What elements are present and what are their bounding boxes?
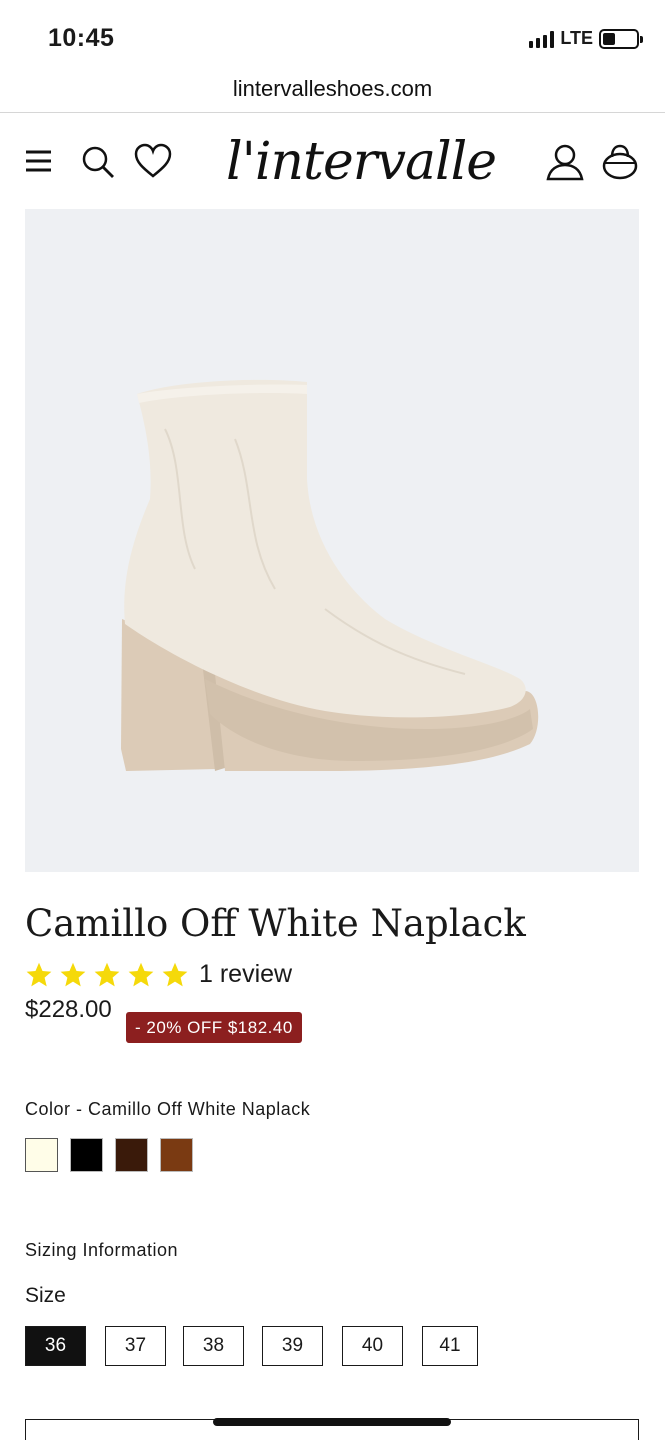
star-icon	[60, 962, 86, 986]
site-logo[interactable]: l'intervalle	[226, 132, 497, 192]
star-rating[interactable]: 1 review	[25, 960, 292, 989]
size-option[interactable]: 40	[342, 1326, 403, 1366]
status-indicators: LTE	[529, 28, 643, 49]
star-icon	[94, 962, 120, 986]
size-option[interactable]: 39	[262, 1326, 323, 1366]
status-bar: 10:45 LTE	[0, 0, 665, 70]
star-icon	[162, 962, 188, 986]
url-bar[interactable]: lintervalleshoes.com	[0, 70, 665, 113]
menu-icon[interactable]	[20, 142, 60, 182]
signal-icon	[529, 30, 555, 48]
size-label: Size	[25, 1284, 66, 1307]
review-count-link[interactable]: 1 review	[199, 960, 292, 989]
battery-icon	[599, 28, 643, 49]
site-header: l'intervalle	[0, 114, 665, 209]
network-label: LTE	[560, 28, 593, 48]
home-indicator	[213, 1418, 451, 1426]
swatch-black[interactable]	[70, 1138, 103, 1172]
size-option[interactable]: 41	[422, 1326, 478, 1366]
status-time: 10:45	[48, 24, 115, 52]
product-price: $228.00	[25, 996, 112, 1023]
size-option[interactable]: 37	[105, 1326, 166, 1366]
url-text[interactable]: lintervalleshoes.com	[233, 76, 432, 101]
swatch-off-white[interactable]	[25, 1138, 58, 1172]
color-swatches	[25, 1138, 193, 1172]
size-option[interactable]: 38	[183, 1326, 244, 1366]
size-option[interactable]: 36	[25, 1326, 86, 1366]
product-image[interactable]	[25, 209, 639, 872]
swatch-cognac[interactable]	[160, 1138, 193, 1172]
discount-badge: - 20% OFF $182.40	[126, 1012, 302, 1043]
star-icon	[128, 962, 154, 986]
boot-illustration	[121, 379, 539, 771]
account-icon[interactable]	[545, 142, 585, 182]
search-icon[interactable]	[78, 142, 118, 182]
bag-icon[interactable]	[600, 142, 640, 182]
size-selector: 36 37 38 39 40 41	[25, 1326, 625, 1366]
sizing-information-link[interactable]: Sizing Information	[25, 1240, 178, 1261]
product-title: Camillo Off White Naplack	[25, 902, 526, 945]
heart-icon[interactable]	[133, 142, 173, 182]
swatch-dark-brown[interactable]	[115, 1138, 148, 1172]
star-icon	[26, 962, 52, 986]
color-label: Color - Camillo Off White Naplack	[25, 1099, 311, 1119]
